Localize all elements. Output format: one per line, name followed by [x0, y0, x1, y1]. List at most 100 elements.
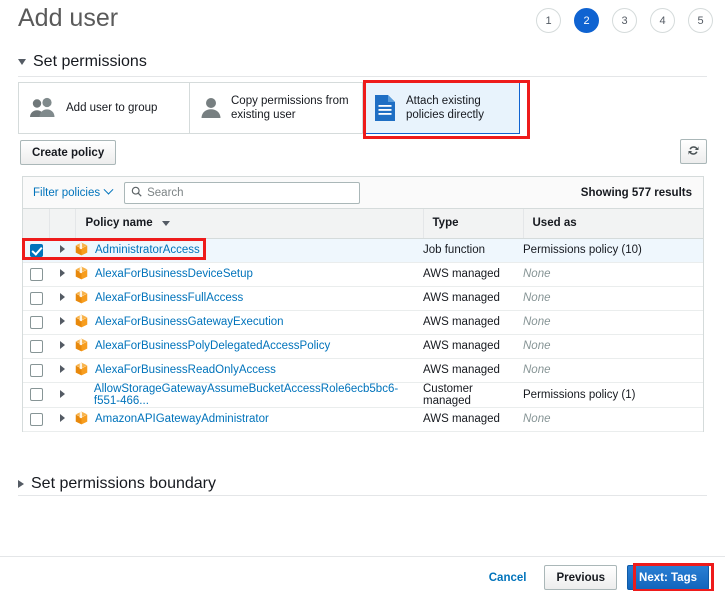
document-icon	[373, 94, 397, 122]
filter-policies-label: Filter policies	[33, 186, 101, 199]
policy-name-link[interactable]: AlexaForBusinessPolyDelegatedAccessPolic…	[95, 340, 330, 352]
step-4[interactable]: 4	[650, 8, 675, 33]
row-expand-cell[interactable]	[49, 334, 75, 359]
table-body: AdministratorAccess Job function Permissio…	[23, 238, 703, 432]
row-checkbox-cell[interactable]	[23, 382, 49, 408]
column-header-policy-name[interactable]: Policy name	[75, 209, 424, 239]
row-checkbox-cell[interactable]	[23, 238, 49, 263]
filter-policies-dropdown[interactable]: Filter policies	[33, 184, 114, 199]
policy-type-cell: Job function	[423, 238, 523, 263]
row-expand-cell[interactable]	[49, 286, 75, 311]
policy-type-cell: AWS managed	[423, 358, 523, 383]
footer-actions: Cancel Previous Next: Tags	[481, 565, 709, 590]
step-2[interactable]: 2	[574, 8, 599, 33]
row-checkbox-cell[interactable]	[23, 286, 49, 311]
package-icon	[75, 266, 88, 283]
table-row[interactable]: AllowStorageGatewayAssumeBucketAccessRol…	[23, 382, 703, 408]
row-checkbox[interactable]	[29, 243, 43, 257]
expand-row-icon[interactable]	[59, 269, 65, 277]
row-checkbox-cell[interactable]	[23, 310, 49, 335]
row-checkbox[interactable]	[29, 388, 43, 401]
row-expand-cell[interactable]	[49, 382, 75, 408]
policy-type-cell: AWS managed	[423, 334, 523, 359]
search-icon	[131, 186, 142, 200]
column-header-type[interactable]: Type	[423, 209, 524, 239]
row-checkbox[interactable]	[29, 267, 43, 281]
users-group-icon	[29, 97, 57, 119]
policy-type-cell: Customer managed	[423, 382, 523, 408]
next-tags-button[interactable]: Next: Tags	[627, 565, 709, 590]
package-icon	[75, 362, 88, 379]
row-checkbox[interactable]	[29, 315, 43, 329]
row-expand-cell[interactable]	[49, 358, 75, 383]
step-5[interactable]: 5	[688, 8, 713, 33]
policy-name-cell: AlexaForBusinessReadOnlyAccess	[75, 358, 423, 383]
card-add-user-to-group[interactable]: Add user to group	[18, 82, 190, 134]
policy-name-cell: AlexaForBusinessPolyDelegatedAccessPolic…	[75, 334, 423, 359]
row-checkbox[interactable]	[29, 363, 43, 377]
row-expand-cell[interactable]	[49, 407, 75, 432]
card-label: Copy permissions from existing user	[231, 95, 349, 121]
expand-row-icon[interactable]	[59, 245, 65, 253]
step-3[interactable]: 3	[612, 8, 637, 33]
row-checkbox-cell[interactable]	[23, 407, 49, 432]
policy-name-link[interactable]: AllowStorageGatewayAssumeBucketAccessRol…	[94, 383, 423, 407]
search-input[interactable]: Search	[124, 181, 361, 204]
policy-type-cell: AWS managed	[423, 262, 523, 287]
row-checkbox-cell[interactable]	[23, 358, 49, 383]
expand-row-icon[interactable]	[59, 341, 65, 349]
boundary-divider	[18, 495, 707, 496]
row-expand-cell[interactable]	[49, 262, 75, 287]
policy-name-cell: AllowStorageGatewayAssumeBucketAccessRol…	[75, 382, 423, 408]
policy-name-cell: AlexaForBusinessGatewayExecution	[75, 310, 423, 335]
row-checkbox[interactable]	[29, 412, 43, 426]
table-row[interactable]: AdministratorAccess Job function Permissio…	[23, 238, 703, 263]
step-1[interactable]: 1	[536, 8, 561, 33]
refresh-button[interactable]	[680, 139, 707, 164]
cancel-button[interactable]: Cancel	[481, 572, 535, 584]
table-row[interactable]: AlexaForBusinessReadOnlyAccess AWS manage…	[23, 358, 703, 383]
table-header-row: Policy name Type Used as	[23, 209, 703, 239]
package-icon	[75, 242, 88, 259]
policy-name-cell: AdministratorAccess	[75, 238, 423, 263]
table-row[interactable]: AlexaForBusinessFullAccess AWS managed Non…	[23, 286, 703, 311]
row-checkbox[interactable]	[29, 339, 43, 353]
permission-choice-cards: Add user to group Copy permissions from …	[18, 82, 520, 134]
table-row[interactable]: AlexaForBusinessPolyDelegatedAccessPolic…	[23, 334, 703, 359]
row-checkbox-cell[interactable]	[23, 262, 49, 287]
policy-name-cell: AlexaForBusinessFullAccess	[75, 286, 423, 311]
sort-descending-icon	[161, 220, 170, 226]
expand-row-icon[interactable]	[59, 293, 65, 301]
policy-name-link[interactable]: AlexaForBusinessDeviceSetup	[95, 268, 253, 280]
row-checkbox-cell[interactable]	[23, 334, 49, 359]
table-row[interactable]: AlexaForBusinessGatewayExecution AWS mana…	[23, 310, 703, 335]
policy-used-as-cell: None	[523, 334, 703, 359]
policy-used-as-cell: None	[523, 407, 703, 432]
step-indicator: 1 2 3 4 5	[536, 8, 713, 33]
policy-name-cell: AlexaForBusinessDeviceSetup	[75, 262, 423, 287]
policy-used-as-cell: Permissions policy (10)	[523, 238, 703, 263]
row-expand-cell[interactable]	[49, 238, 75, 263]
set-permissions-boundary-header[interactable]: Set permissions boundary	[18, 475, 216, 493]
expand-row-icon[interactable]	[59, 414, 65, 422]
policy-name-link[interactable]: AlexaForBusinessReadOnlyAccess	[95, 364, 276, 376]
table-row[interactable]: AlexaForBusinessDeviceSetup AWS managed No…	[23, 262, 703, 287]
policy-name-link[interactable]: AdministratorAccess	[95, 244, 200, 256]
section-divider	[18, 76, 707, 77]
previous-button[interactable]: Previous	[544, 565, 618, 590]
policy-name-link[interactable]: AmazonAPIGatewayAdministrator	[95, 413, 269, 425]
expand-row-icon[interactable]	[59, 389, 65, 398]
row-checkbox[interactable]	[29, 291, 43, 305]
policy-name-link[interactable]: AlexaForBusinessGatewayExecution	[95, 316, 284, 328]
expand-row-icon[interactable]	[59, 365, 65, 373]
expand-row-icon[interactable]	[59, 317, 65, 325]
policy-name-link[interactable]: AlexaForBusinessFullAccess	[95, 292, 243, 304]
set-permissions-header[interactable]: Set permissions	[18, 53, 147, 71]
create-policy-button[interactable]: Create policy	[20, 140, 117, 165]
column-header-used-as[interactable]: Used as	[523, 209, 703, 239]
card-attach-existing-policies[interactable]: Attach existing policies directly	[363, 82, 520, 134]
caret-down-icon	[18, 59, 26, 65]
row-expand-cell[interactable]	[49, 310, 75, 335]
table-row[interactable]: AmazonAPIGatewayAdministrator AWS managed…	[23, 407, 703, 432]
card-copy-permissions[interactable]: Copy permissions from existing user	[190, 82, 363, 134]
